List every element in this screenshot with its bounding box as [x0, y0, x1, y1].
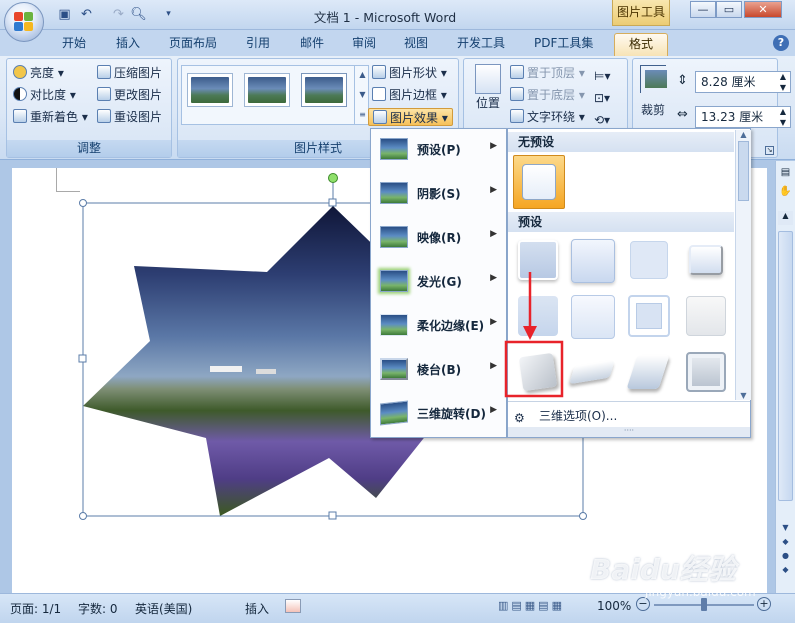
annotation-highlight-box	[504, 340, 564, 398]
watermark-url: jingyan.baidu.com	[645, 585, 756, 599]
page-count[interactable]: 页面: 1/1	[10, 600, 61, 617]
watermark-brand: Baidu经验	[590, 553, 736, 586]
zoom-level[interactable]: 100%	[597, 599, 631, 613]
zoom-slider-thumb[interactable]	[701, 598, 707, 611]
office-button[interactable]	[4, 2, 44, 42]
macro-record-icon[interactable]	[285, 599, 301, 613]
zoom-out-icon[interactable]: −	[636, 597, 650, 611]
office-logo-icon	[14, 12, 34, 32]
insert-mode[interactable]: 插入	[245, 600, 269, 617]
annotation-arrow-head-icon	[523, 326, 537, 340]
zoom-in-icon[interactable]: +	[757, 597, 771, 611]
view-buttons-icons[interactable]: ▥▤▦▤▦	[498, 599, 588, 615]
annotation-overlay	[504, 272, 564, 398]
language-indicator[interactable]: 英语(美国)	[135, 600, 192, 617]
word-count[interactable]: 字数: 0	[78, 600, 118, 617]
